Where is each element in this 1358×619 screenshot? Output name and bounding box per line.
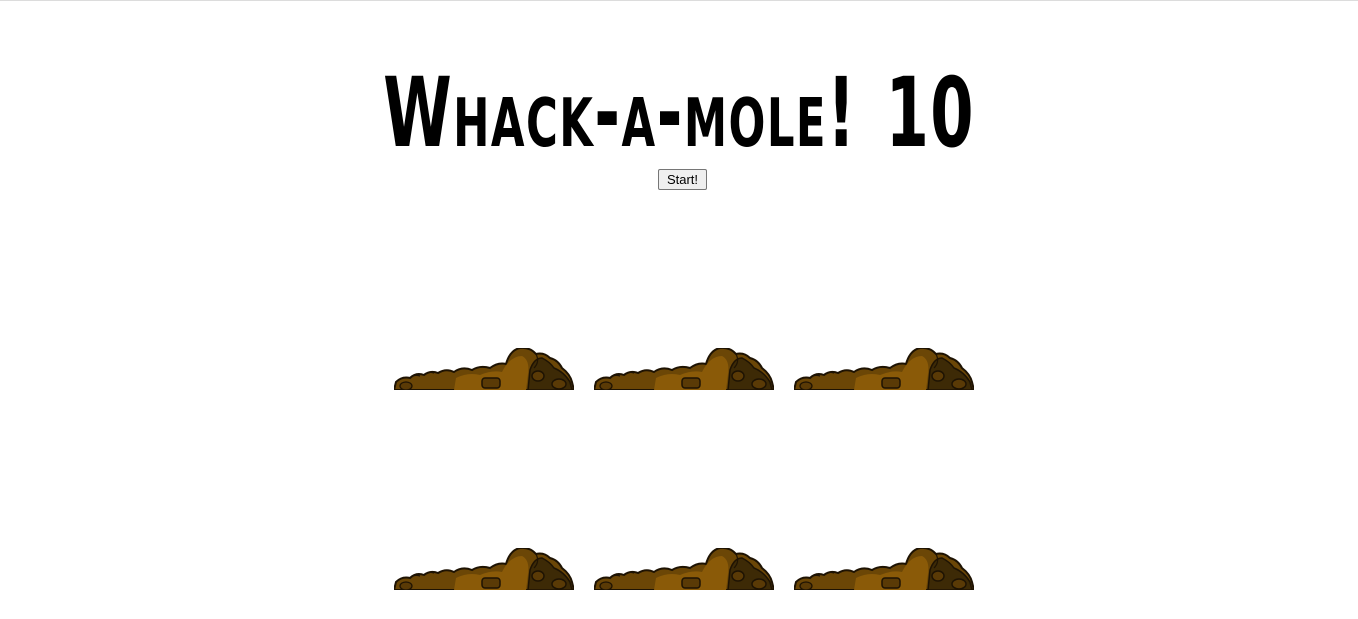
hole[interactable] bbox=[394, 390, 594, 590]
hole[interactable] bbox=[594, 390, 794, 590]
dirt-mound-icon bbox=[594, 348, 774, 390]
start-button[interactable]: Start! bbox=[658, 169, 707, 190]
score-display: 10 bbox=[885, 57, 975, 169]
hole[interactable] bbox=[794, 390, 994, 590]
dirt-mound-icon bbox=[794, 548, 974, 590]
hole[interactable] bbox=[794, 190, 994, 390]
page-header: Whack-a-mole! 10 bbox=[0, 58, 1358, 168]
dirt-mound-icon bbox=[794, 348, 974, 390]
title-text: Whack-a-mole! bbox=[383, 57, 857, 169]
dirt-mound-icon bbox=[394, 548, 574, 590]
dirt-mound-icon bbox=[594, 548, 774, 590]
hole[interactable] bbox=[394, 190, 594, 390]
game-title: Whack-a-mole! 10 bbox=[383, 58, 975, 168]
dirt-mound-icon bbox=[394, 348, 574, 390]
top-divider bbox=[0, 0, 1358, 1]
hole[interactable] bbox=[594, 190, 794, 390]
